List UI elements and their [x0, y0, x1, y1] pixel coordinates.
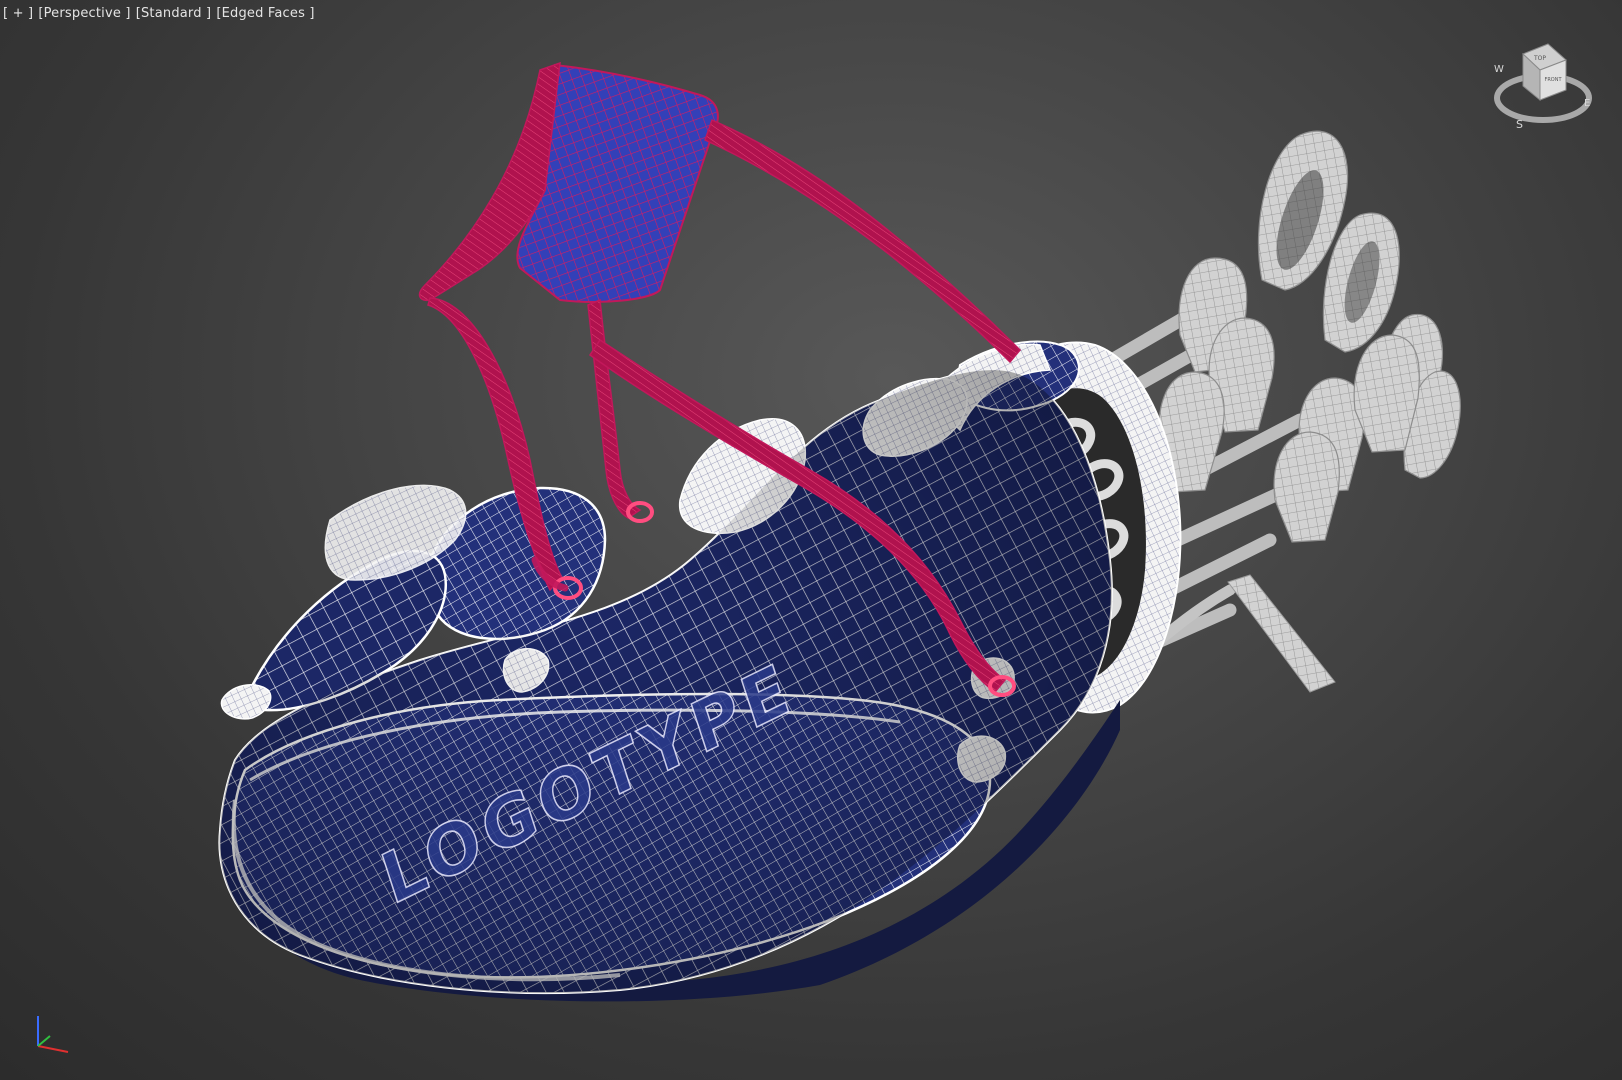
- scene-render[interactable]: LOGOTYPE: [0, 0, 1622, 1080]
- viewcube-front-label: FRONT: [1544, 77, 1562, 83]
- compass-south: S: [1516, 118, 1523, 131]
- axis-y-icon: [37, 1035, 51, 1047]
- viewport-label-menu: [ + ] [Perspective ] [Standard ] [Edged …: [3, 6, 315, 21]
- club-heads[interactable]: [1158, 130, 1461, 543]
- viewport-view-menu[interactable]: [Perspective ]: [38, 6, 130, 21]
- compass-east: E: [1584, 98, 1590, 109]
- viewcube-top-label: TOP: [1533, 55, 1546, 62]
- viewport-display-menu[interactable]: [Edged Faces ]: [216, 6, 314, 21]
- 3d-viewport[interactable]: [ + ] [Perspective ] [Standard ] [Edged …: [0, 0, 1622, 1080]
- axis-tripod-icon: [37, 1016, 69, 1053]
- viewcube-widget[interactable]: TOP FRONT W E S: [1488, 36, 1598, 136]
- axis-x-icon: [37, 1045, 69, 1053]
- compass-west: W: [1494, 64, 1504, 75]
- viewport-shading-menu[interactable]: [Standard ]: [136, 6, 212, 21]
- viewport-plus-menu[interactable]: [ + ]: [3, 6, 33, 21]
